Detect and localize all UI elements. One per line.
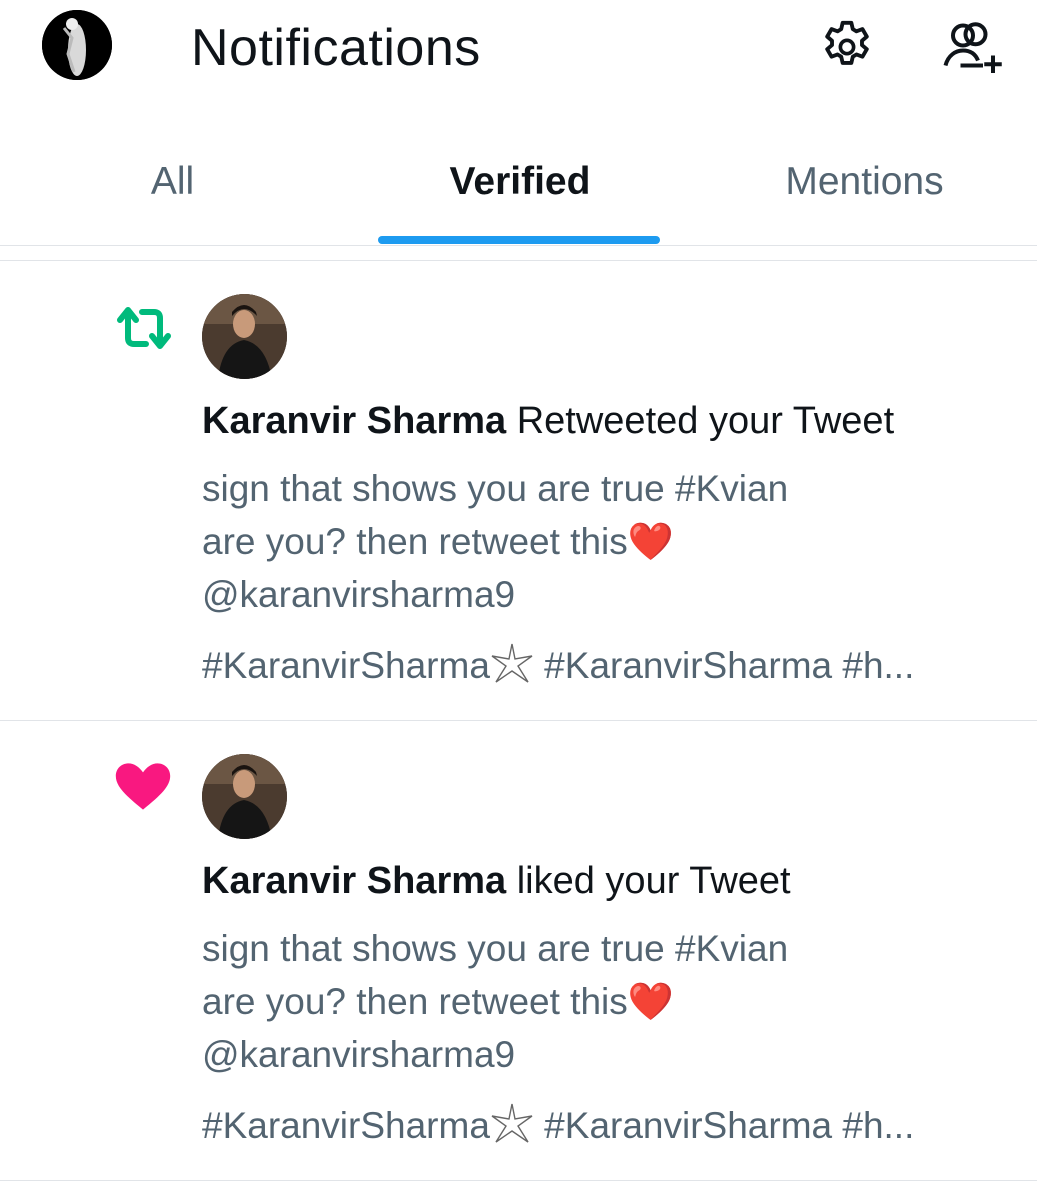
action-text: liked your Tweet — [516, 860, 791, 902]
action-text: Retweeted your Tweet — [516, 400, 895, 442]
active-tab-indicator — [378, 236, 660, 244]
tab-all[interactable]: All — [140, 160, 205, 204]
tab-verified[interactable]: Verified — [400, 160, 640, 204]
tweet-line: sign that shows you are true #Kvian — [202, 468, 789, 509]
heart-icon — [115, 763, 171, 810]
profile-avatar[interactable] — [42, 10, 112, 80]
tweet-line: are you? then retweet this — [202, 981, 628, 1022]
notification-tabs: All Verified Mentions — [0, 140, 1037, 245]
hashtag: #KaranvirSharma #h... — [533, 1105, 915, 1146]
retweet-icon — [117, 307, 171, 349]
tweet-preview[interactable]: sign that shows you are true #Kvian are … — [202, 462, 788, 621]
tweet-preview[interactable]: sign that shows you are true #Kvian are … — [202, 922, 788, 1081]
starfish-icon — [491, 643, 533, 683]
gear-icon[interactable] — [818, 18, 876, 76]
avatar[interactable] — [202, 294, 287, 379]
hashtag: #KaranvirSharma #h... — [533, 645, 915, 686]
tweet-mention: @karanvirsharma9 — [202, 574, 516, 615]
heart-emoji: ❤️ — [627, 981, 674, 1022]
tweet-hashtags: #KaranvirSharma #KaranvirSharma #h... — [202, 642, 914, 687]
add-people-icon[interactable] — [940, 18, 1006, 78]
heart-emoji: ❤️ — [627, 521, 674, 562]
avatar[interactable] — [202, 754, 287, 839]
tab-mentions[interactable]: Mentions — [762, 160, 967, 204]
tweet-line: sign that shows you are true #Kvian — [202, 928, 789, 969]
actor-name[interactable]: Karanvir Sharma — [202, 400, 506, 442]
notification-item[interactable]: Karanvir Sharma liked your Tweet sign th… — [0, 720, 1037, 1180]
notification-text: Karanvir Sharma Retweeted your Tweet — [202, 400, 894, 443]
divider — [0, 1180, 1037, 1181]
tweet-hashtags: #KaranvirSharma #KaranvirSharma #h... — [202, 1102, 914, 1147]
notification-text: Karanvir Sharma liked your Tweet — [202, 860, 791, 903]
tweet-mention: @karanvirsharma9 — [202, 1034, 516, 1075]
top-bar: Notifications — [0, 0, 1037, 100]
starfish-icon — [491, 1103, 533, 1143]
divider — [0, 245, 1037, 246]
tweet-line: are you? then retweet this — [202, 521, 628, 562]
hashtag: #KaranvirSharma — [202, 645, 490, 686]
actor-name[interactable]: Karanvir Sharma — [202, 860, 506, 902]
hashtag: #KaranvirSharma — [202, 1105, 490, 1146]
page-title: Notifications — [191, 19, 481, 77]
notification-item[interactable]: Karanvir Sharma Retweeted your Tweet sig… — [0, 260, 1037, 720]
